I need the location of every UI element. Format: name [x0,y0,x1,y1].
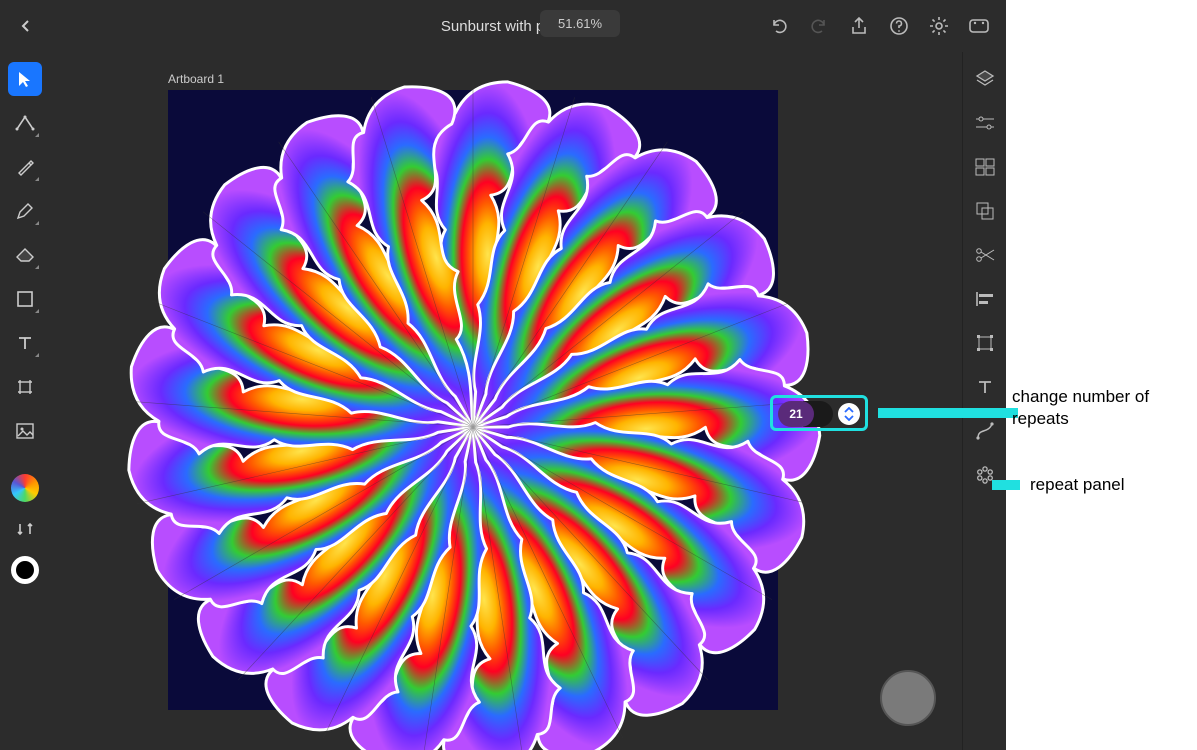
type-panel-button[interactable] [974,376,996,398]
selection-tool[interactable] [8,62,42,96]
annotation-leader-1 [878,408,1018,418]
left-toolbar [0,52,50,584]
annotation-margin: change number of repeats repeat panel [1006,0,1197,750]
back-button[interactable] [10,10,42,42]
direct-selection-tool[interactable] [8,106,42,140]
fill-color[interactable] [11,474,39,502]
swap-fill-stroke[interactable] [8,512,42,546]
zoom-level[interactable]: 51.61% [540,10,620,37]
transform-panel-button[interactable] [974,332,996,354]
touch-shortcut[interactable] [880,670,936,726]
right-toolbar [962,52,1006,750]
pencil-tool[interactable] [8,194,42,228]
layers-panel-button[interactable] [974,68,996,90]
annotation-text-panel: repeat panel [1030,475,1125,495]
stroke-color[interactable] [11,556,39,584]
type-tool[interactable] [8,326,42,360]
settings-button[interactable] [928,15,950,37]
place-image-tool[interactable] [8,414,42,448]
sunburst-artwork[interactable] [118,72,828,750]
scissors-button[interactable] [974,244,996,266]
eraser-tool[interactable] [8,238,42,272]
artboard-tool[interactable] [8,370,42,404]
repeat-count-control[interactable]: 21 [770,395,868,431]
swatches-panel-button[interactable] [974,156,996,178]
redo-button[interactable] [808,15,830,37]
help-button[interactable] [888,15,910,37]
shape-tool[interactable] [8,282,42,316]
annotation-text-repeats: change number of repeats [1012,386,1197,430]
align-panel-button[interactable] [974,288,996,310]
path-panel-button[interactable] [974,420,996,442]
properties-panel-button[interactable] [974,112,996,134]
view-mode-button[interactable] [968,15,990,37]
annotation-leader-2 [992,480,1020,490]
repeat-count-stepper[interactable] [838,403,860,425]
pen-tool[interactable] [8,150,42,184]
combine-shapes-button[interactable] [974,200,996,222]
share-button[interactable] [848,15,870,37]
repeat-count-value: 21 [778,401,814,427]
undo-button[interactable] [768,15,790,37]
